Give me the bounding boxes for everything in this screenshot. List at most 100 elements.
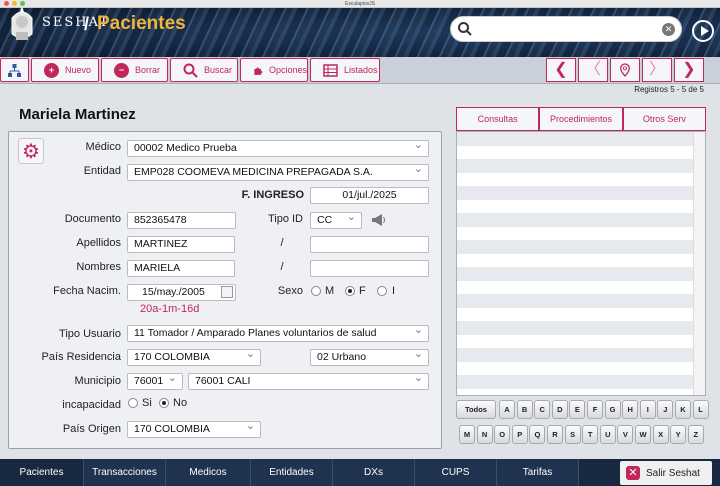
municipio-codigo-select[interactable]: 76001 <box>127 373 183 390</box>
key-p[interactable]: P <box>511 425 528 444</box>
key-a[interactable]: A <box>499 400 515 419</box>
patient-name: Mariela Martinez <box>19 106 136 123</box>
key-j[interactable]: J <box>657 400 674 419</box>
search-input[interactable]: ✕ <box>450 16 682 42</box>
settings-button[interactable]: ⚙ <box>18 138 44 164</box>
megaphone-icon[interactable] <box>370 213 386 227</box>
gear-icon: ⚙ <box>22 140 40 163</box>
previous-record-button[interactable]: 〈 <box>578 58 608 82</box>
location-button[interactable] <box>610 58 640 82</box>
key-s[interactable]: S <box>564 425 581 444</box>
buscar-button[interactable]: Buscar <box>170 58 238 82</box>
buscar-label: Buscar <box>204 65 233 75</box>
tab-consultas[interactable]: Consultas <box>456 107 540 131</box>
municipio-label: Municipio <box>74 375 121 387</box>
key-v[interactable]: V <box>617 425 634 444</box>
nombre1-field[interactable]: MARIELA <box>127 260 235 277</box>
title-separator: / <box>84 14 90 34</box>
borrar-button[interactable]: − Borrar <box>101 58 168 82</box>
key-g[interactable]: G <box>604 400 621 419</box>
key-i[interactable]: I <box>639 400 656 419</box>
medico-select[interactable]: 00002 Medico Prueba <box>127 140 429 157</box>
entidad-select[interactable]: EMP028 COOMEVA MEDICINA PREPAGADA S.A. <box>127 164 429 181</box>
services-tabs: Consultas Procedimientos Otros Serv <box>456 107 706 131</box>
seshat-logo-icon <box>11 6 33 40</box>
nuevo-button[interactable]: + Nuevo <box>31 58 99 82</box>
medico-label: Médico <box>85 141 121 153</box>
key-l[interactable]: L <box>692 400 709 419</box>
window-title: EsculapiosJS <box>344 1 375 7</box>
incapacidad-no-radio[interactable] <box>159 398 169 408</box>
apellido1-field[interactable]: MARTINEZ <box>127 236 235 253</box>
chevron-right-light-icon: 〉 <box>648 61 665 78</box>
opciones-button[interactable]: Opciones <box>240 58 308 82</box>
clear-search-icon[interactable]: ✕ <box>662 23 675 36</box>
apellido2-field[interactable] <box>310 236 429 253</box>
key-todos[interactable]: Todos <box>456 400 496 419</box>
pais-residencia-select[interactable]: 170 COLOMBIA <box>127 349 261 366</box>
key-z[interactable]: Z <box>687 425 704 444</box>
fecha-ingreso-field[interactable]: 01/jul./2025 <box>310 187 429 204</box>
last-record-button[interactable]: ❯ <box>674 58 704 82</box>
zona-select[interactable]: 02 Urbano <box>310 349 429 366</box>
nav-medicos[interactable]: Medicos <box>166 459 251 486</box>
tab-procedimientos[interactable]: Procedimientos <box>539 107 623 131</box>
sexo-m-radio[interactable] <box>311 286 321 296</box>
key-k[interactable]: K <box>675 400 691 419</box>
key-y[interactable]: Y <box>670 425 687 444</box>
key-q[interactable]: Q <box>529 425 546 444</box>
sexo-i-radio[interactable] <box>377 286 387 296</box>
toolbar: + Nuevo − Borrar Buscar Opciones Listado… <box>0 57 720 84</box>
municipio-select[interactable]: 76001 CALI <box>188 373 429 390</box>
key-c[interactable]: C <box>534 400 551 419</box>
chevron-right-icon: ❯ <box>682 61 696 78</box>
list-scrollbar[interactable] <box>693 132 705 395</box>
tipo-id-select[interactable]: CC <box>310 212 362 229</box>
calendar-icon[interactable] <box>221 286 233 298</box>
nombre2-field[interactable] <box>310 260 429 277</box>
key-f[interactable]: F <box>587 400 603 419</box>
nuevo-label: Nuevo <box>65 65 92 75</box>
key-u[interactable]: U <box>599 425 616 444</box>
incapacidad-si-radio[interactable] <box>128 398 138 408</box>
listados-button[interactable]: Listados <box>310 58 380 82</box>
tree-view-button[interactable] <box>0 58 29 82</box>
tipo-usuario-select[interactable]: 11 Tomador / Amparado Planes voluntarios… <box>127 325 429 342</box>
key-o[interactable]: O <box>494 425 511 444</box>
services-list[interactable] <box>456 131 706 396</box>
list-table-icon <box>323 63 338 77</box>
documento-field[interactable]: 852365478 <box>127 212 236 229</box>
key-e[interactable]: E <box>569 400 586 419</box>
record-counter: Registros 5 - 5 de 5 <box>634 85 704 94</box>
key-t[interactable]: T <box>582 425 599 444</box>
nav-tarifas[interactable]: Tarifas <box>497 459 579 486</box>
listados-label: Listados <box>344 65 378 75</box>
key-r[interactable]: R <box>547 425 563 444</box>
next-record-button[interactable]: 〉 <box>642 58 672 82</box>
key-w[interactable]: W <box>635 425 651 444</box>
key-m[interactable]: M <box>459 425 475 444</box>
hierarchy-icon <box>8 63 21 77</box>
key-n[interactable]: N <box>476 425 493 444</box>
key-d[interactable]: D <box>551 400 568 419</box>
key-h[interactable]: H <box>622 400 639 419</box>
tab-otros-serv[interactable]: Otros Serv <box>622 107 706 131</box>
salir-button[interactable]: ✕ Salir Seshat <box>620 461 712 485</box>
nav-entidades[interactable]: Entidades <box>251 459 333 486</box>
nav-transacciones[interactable]: Transacciones <box>84 459 166 486</box>
documento-label: Documento <box>64 213 121 225</box>
nav-pacientes[interactable]: Pacientes <box>0 459 84 486</box>
tipo-usuario-label: Tipo Usuario <box>59 328 121 340</box>
fecha-nacimiento-field[interactable]: 15/may./2005 <box>127 284 236 301</box>
apellidos-separator: / <box>280 237 284 249</box>
first-record-button[interactable]: ❮ <box>546 58 576 82</box>
nav-dxs[interactable]: DXs <box>333 459 415 486</box>
key-b[interactable]: B <box>516 400 533 419</box>
sexo-f-radio[interactable] <box>345 286 355 296</box>
pais-origen-select[interactable]: 170 COLOMBIA <box>127 421 261 438</box>
play-icon[interactable] <box>692 20 714 42</box>
chevron-left-light-icon: 〈 <box>584 61 601 78</box>
key-x[interactable]: X <box>652 425 669 444</box>
nombres-label: Nombres <box>76 261 121 273</box>
nav-cups[interactable]: CUPS <box>415 459 497 486</box>
